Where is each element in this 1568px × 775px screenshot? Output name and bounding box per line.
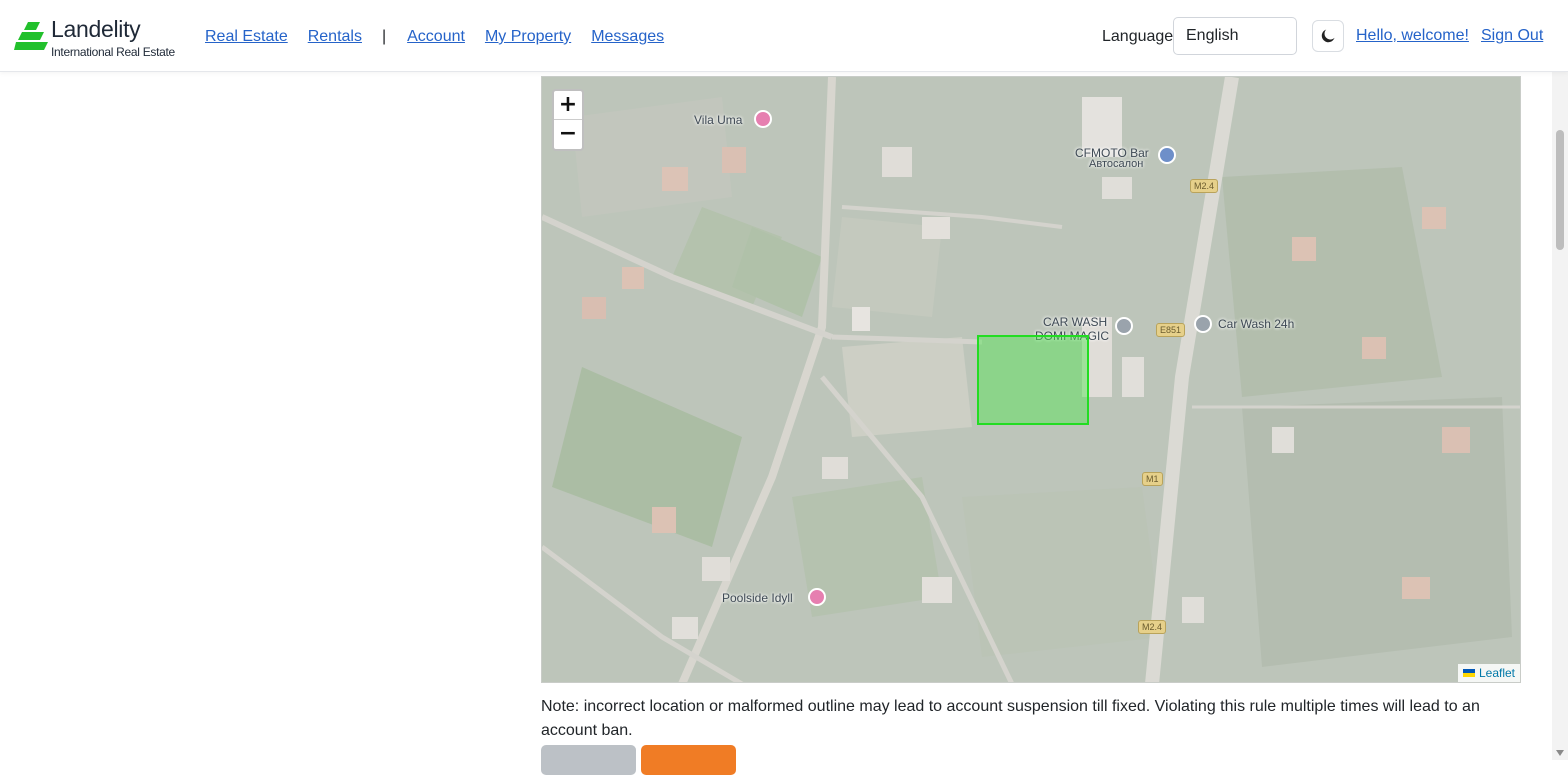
moon-icon bbox=[1321, 29, 1335, 43]
greeting-link[interactable]: Hello, welcome! bbox=[1356, 27, 1469, 45]
nav-account[interactable]: Account bbox=[407, 28, 465, 46]
zoom-control: + − bbox=[552, 89, 584, 151]
back-button[interactable] bbox=[541, 745, 636, 775]
nav-real-estate[interactable]: Real Estate bbox=[205, 28, 288, 46]
nav-messages[interactable]: Messages bbox=[591, 28, 664, 46]
submit-button[interactable] bbox=[641, 745, 736, 775]
hotel-pin-icon[interactable] bbox=[754, 110, 772, 128]
car-wash-pin-icon[interactable] bbox=[1115, 317, 1133, 335]
map-attribution: Leaflet bbox=[1457, 664, 1520, 682]
location-note: Note: incorrect location or malformed ou… bbox=[541, 698, 1480, 739]
poi-label-vila-uma[interactable]: Vila Uma bbox=[694, 113, 742, 127]
zoom-in-button[interactable]: + bbox=[554, 91, 582, 120]
language-label: Language bbox=[1102, 28, 1174, 45]
nav-separator: | bbox=[381, 28, 387, 45]
road-shield-m24: M2.4 bbox=[1190, 179, 1219, 193]
hotel-pin-icon[interactable] bbox=[808, 588, 826, 606]
scrollbar-thumb[interactable] bbox=[1556, 130, 1564, 250]
logo-tagline: International Real Estate bbox=[51, 45, 175, 59]
poi-label-poolside-idyll[interactable]: Poolside Idyll bbox=[722, 591, 793, 605]
logo-name: Landelity bbox=[51, 16, 141, 42]
nav-my-property[interactable]: My Property bbox=[485, 28, 571, 46]
poi-label-car-wash-24h[interactable]: Car Wash 24h bbox=[1218, 317, 1294, 331]
site-logo[interactable]: Landelity International Real Estate bbox=[14, 16, 184, 60]
language-select[interactable]: English bbox=[1173, 17, 1297, 55]
road-shield-e851: E851 bbox=[1156, 323, 1186, 337]
top-header: Landelity International Real Estate Real… bbox=[0, 0, 1568, 72]
main-nav: Real Estate Rentals | Account My Propert… bbox=[205, 27, 684, 47]
car-wash-24h-pin-icon[interactable] bbox=[1194, 315, 1212, 333]
road-shield-m24-south: M2.4 bbox=[1138, 620, 1167, 634]
property-map[interactable]: Vila Uma CFMOTO Bar Автосалон CAR WASH D… bbox=[541, 76, 1521, 683]
nav-rentals[interactable]: Rentals bbox=[308, 28, 362, 46]
property-outline-polygon[interactable] bbox=[977, 335, 1089, 425]
scroll-down-arrow-icon[interactable] bbox=[1556, 750, 1564, 756]
theme-toggle-button[interactable] bbox=[1312, 20, 1344, 52]
sign-out-link[interactable]: Sign Out bbox=[1481, 27, 1543, 45]
ukraine-flag-icon bbox=[1462, 669, 1475, 677]
poi-label-car-wash[interactable]: CAR WASH bbox=[1043, 315, 1107, 329]
shop-pin-icon[interactable] bbox=[1158, 146, 1176, 164]
leaflet-link[interactable]: Leaflet bbox=[1479, 666, 1515, 680]
zoom-out-button[interactable]: − bbox=[554, 120, 582, 149]
poi-sublabel-bar: Автосалон bbox=[1089, 158, 1144, 170]
logo-icon bbox=[14, 22, 48, 50]
page-scrollbar[interactable] bbox=[1552, 72, 1568, 760]
road-shield-m1: M1 bbox=[1142, 472, 1163, 486]
